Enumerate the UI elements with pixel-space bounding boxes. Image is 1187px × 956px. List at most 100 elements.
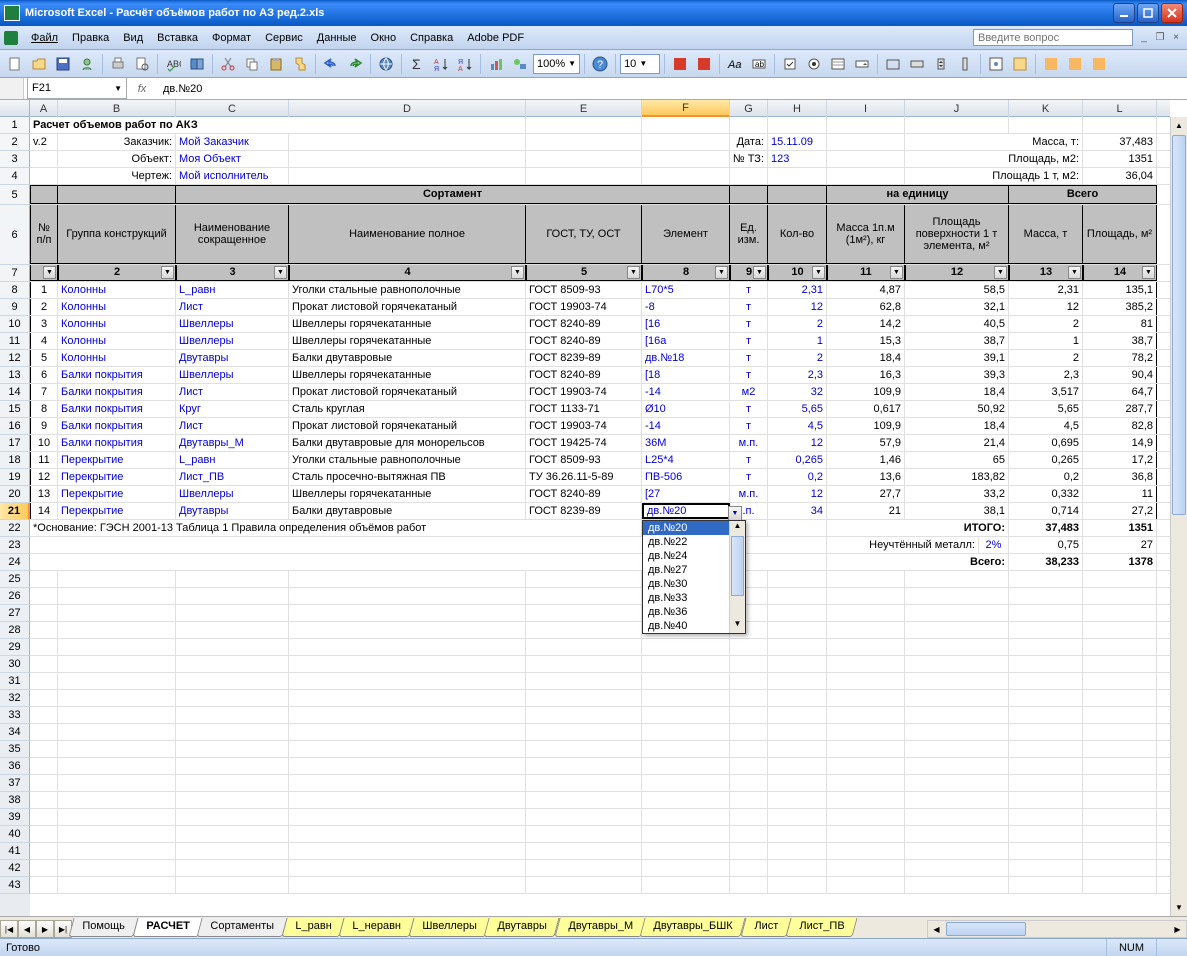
- filter-arrow-icon[interactable]: ▼: [1142, 266, 1155, 279]
- cell-mass1[interactable]: 21: [827, 503, 905, 519]
- cell-area1[interactable]: 39,1: [905, 350, 1009, 366]
- sheet-tab-Лист_ПВ[interactable]: Лист_ПВ: [785, 918, 857, 937]
- cell-short[interactable]: Двутавры: [176, 350, 289, 366]
- cell-area[interactable]: 385,2: [1083, 299, 1157, 315]
- properties-button[interactable]: [985, 53, 1007, 75]
- autosum-button[interactable]: Σ: [406, 53, 428, 75]
- cell-unit[interactable]: м.п.: [730, 435, 768, 451]
- sheet-tab-Сортаменты[interactable]: Сортаменты: [196, 918, 287, 937]
- cell-area1[interactable]: 65: [905, 452, 1009, 468]
- cell-mass[interactable]: 0,332: [1009, 486, 1083, 502]
- cell-n[interactable]: 13: [30, 486, 58, 502]
- col-H[interactable]: H: [768, 100, 827, 117]
- cell-n[interactable]: 4: [30, 333, 58, 349]
- filter-arrow-icon[interactable]: ▼: [1068, 266, 1081, 279]
- pdf-button[interactable]: [669, 53, 691, 75]
- open-button[interactable]: [28, 53, 50, 75]
- permission-button[interactable]: [76, 53, 98, 75]
- row-38[interactable]: 38: [0, 792, 30, 809]
- cell-element[interactable]: [27: [642, 486, 730, 502]
- row-32[interactable]: 32: [0, 690, 30, 707]
- cell-gost[interactable]: ГОСТ 8240-89: [526, 333, 642, 349]
- cell-group[interactable]: Перекрытие: [58, 452, 176, 468]
- total-area[interactable]: 1378: [1083, 554, 1157, 570]
- row-35[interactable]: 35: [0, 741, 30, 758]
- filter-arrow-icon[interactable]: ▼: [511, 266, 524, 279]
- cell-unit[interactable]: м2: [730, 384, 768, 400]
- filter-arrow-icon[interactable]: ▼: [890, 266, 903, 279]
- cell-element[interactable]: ПВ-506: [642, 469, 730, 485]
- col-E[interactable]: E: [526, 100, 642, 117]
- scrollbar-button[interactable]: [954, 53, 976, 75]
- cell-element[interactable]: 36М: [642, 435, 730, 451]
- maximize-button[interactable]: [1137, 3, 1159, 23]
- sort-asc-button[interactable]: АЯ: [430, 53, 452, 75]
- cell-area1[interactable]: 38,1: [905, 503, 1009, 519]
- row-13[interactable]: 13: [0, 367, 30, 384]
- cell-area1[interactable]: 183,82: [905, 469, 1009, 485]
- select-all-corner[interactable]: [0, 100, 30, 117]
- cell-group[interactable]: Перекрытие: [58, 486, 176, 502]
- cell-area[interactable]: 135,1: [1083, 282, 1157, 298]
- menu-adobe[interactable]: Adobe PDF: [460, 30, 531, 46]
- undo-button[interactable]: [320, 53, 342, 75]
- filter-F[interactable]: 8▼: [642, 265, 730, 281]
- cell-mass[interactable]: 2,31: [1009, 282, 1083, 298]
- checkbox-button[interactable]: [779, 53, 801, 75]
- cell-gost[interactable]: ГОСТ 19903-74: [526, 418, 642, 434]
- footnote[interactable]: *Основание: ГЭСН 2001-13 Таблица 1 Прави…: [30, 520, 642, 536]
- row-12[interactable]: 12: [0, 350, 30, 367]
- code-button[interactable]: [1009, 53, 1031, 75]
- cell-qty[interactable]: 12: [768, 299, 827, 315]
- hyperlink-button[interactable]: [375, 53, 397, 75]
- cell-n[interactable]: 6: [30, 367, 58, 383]
- cell-mass[interactable]: 3,517: [1009, 384, 1083, 400]
- filter-I[interactable]: 11▼: [827, 265, 905, 281]
- menu-data[interactable]: Данные: [310, 30, 364, 46]
- cell-mass1[interactable]: 62,8: [827, 299, 905, 315]
- cell-area1[interactable]: 32,1: [905, 299, 1009, 315]
- cell-group[interactable]: Перекрытие: [58, 469, 176, 485]
- cell-element[interactable]: дв.№20▼: [642, 503, 730, 519]
- radio-button[interactable]: [803, 53, 825, 75]
- cell-area1[interactable]: 21,4: [905, 435, 1009, 451]
- cell-group[interactable]: Балки покрытия: [58, 367, 176, 383]
- cell-full[interactable]: Швеллеры горячекатанные: [289, 333, 526, 349]
- cell-full[interactable]: Балки двутавровые: [289, 503, 526, 519]
- cell-area[interactable]: 78,2: [1083, 350, 1157, 366]
- cell-element[interactable]: [16: [642, 316, 730, 332]
- cell-gost[interactable]: ГОСТ 19425-74: [526, 435, 642, 451]
- row-1[interactable]: 1: [0, 117, 30, 134]
- cell-element[interactable]: L25*4: [642, 452, 730, 468]
- cell-gost[interactable]: ГОСТ 8509-93: [526, 452, 642, 468]
- preview-button[interactable]: [131, 53, 153, 75]
- mdi-restore[interactable]: ❐: [1153, 31, 1167, 45]
- cell-group[interactable]: Колонны: [58, 316, 176, 332]
- cell-mass1[interactable]: 27,7: [827, 486, 905, 502]
- cell-gost[interactable]: ТУ 36.26.11-5-89: [526, 469, 642, 485]
- sheet-tab-Лист[interactable]: Лист: [740, 918, 791, 937]
- cell-qty[interactable]: 32: [768, 384, 827, 400]
- cell-area1[interactable]: 40,5: [905, 316, 1009, 332]
- fx-icon[interactable]: fx: [127, 78, 157, 99]
- cell-area1[interactable]: 38,7: [905, 333, 1009, 349]
- ask-question-box[interactable]: [973, 29, 1133, 46]
- row-29[interactable]: 29: [0, 639, 30, 656]
- cell-unit[interactable]: т: [730, 333, 768, 349]
- cell-gost[interactable]: ГОСТ 8239-89: [526, 350, 642, 366]
- row-9[interactable]: 9: [0, 299, 30, 316]
- filter-H[interactable]: 10▼: [768, 265, 827, 281]
- cell-short[interactable]: Швеллеры: [176, 333, 289, 349]
- row-16[interactable]: 16: [0, 418, 30, 435]
- col-C[interactable]: C: [176, 100, 289, 117]
- filter-C[interactable]: 3▼: [176, 265, 289, 281]
- dropdown-arrow-icon[interactable]: ▼: [728, 506, 742, 521]
- paste-button[interactable]: [265, 53, 287, 75]
- vertical-scrollbar[interactable]: ▲▼: [1170, 117, 1187, 916]
- cell-short[interactable]: L_равн: [176, 452, 289, 468]
- cell-mass1[interactable]: 109,9: [827, 418, 905, 434]
- mdi-minimize[interactable]: _: [1137, 31, 1151, 45]
- cell-mass1[interactable]: 4,87: [827, 282, 905, 298]
- cell-short[interactable]: Двутавры: [176, 503, 289, 519]
- cell-short[interactable]: Лист: [176, 418, 289, 434]
